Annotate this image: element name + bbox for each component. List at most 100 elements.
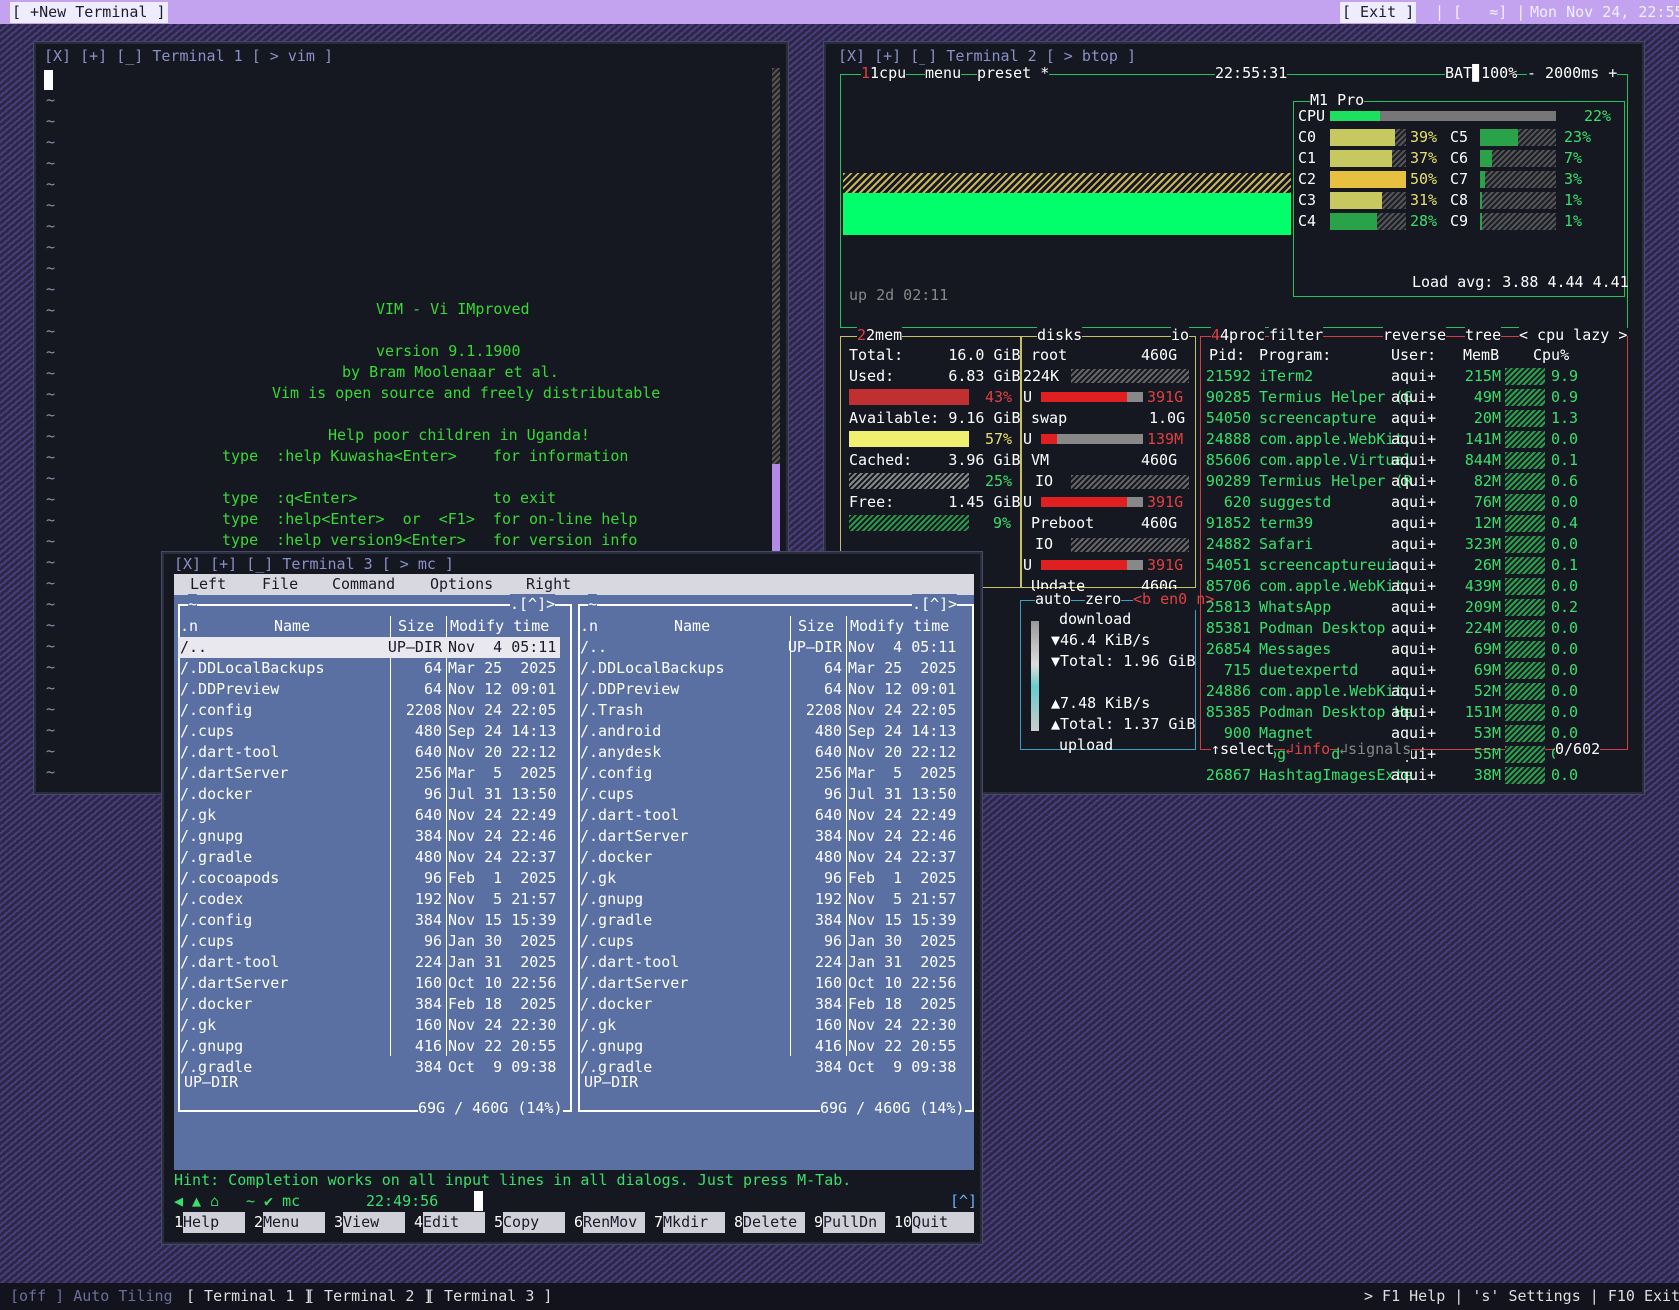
terminal-3-title[interactable]: [X] [+] [_] Terminal 3 [ > mc ] — [174, 554, 454, 575]
mc-file-row[interactable]: /.dartServer 160 Oct 10 22:56 — [578, 973, 960, 994]
proc-header-user[interactable]: User: — [1391, 345, 1436, 366]
proc-filter[interactable]: filter — [1269, 325, 1324, 346]
tab-terminal-3[interactable]: [ Terminal 3 ] — [426, 1286, 552, 1307]
mc-file-row[interactable]: /.gnupg 192 Nov 5 21:57 — [578, 889, 960, 910]
mc-file-row[interactable]: /.. UP—DIR Nov 4 05:11 — [578, 637, 960, 658]
mc-file-row[interactable]: /.dart-tool 640 Nov 24 22:49 — [578, 805, 960, 826]
preset-tab[interactable]: preset * — [977, 63, 1050, 84]
mc-file-row[interactable]: /.gk 96 Feb 1 2025 — [578, 868, 960, 889]
mc-fkey-edit[interactable]: 4Edit — [414, 1212, 486, 1233]
net-zero-toggle[interactable]: zero — [1085, 589, 1122, 610]
mc-header-size[interactable]: Size — [398, 616, 434, 637]
mc-header-n[interactable]: .n — [180, 616, 198, 637]
proc-row[interactable]: 26854 Messages aqui+ 69M 0.0 — [1201, 639, 1621, 660]
proc-reverse[interactable]: reverse — [1383, 325, 1447, 346]
mc-menu-options[interactable]: Options — [430, 574, 493, 595]
proc-row[interactable]: 91852 term39 aqui+ 12M 0.4 — [1201, 513, 1621, 534]
new-terminal-button[interactable]: [ +New Terminal ] — [10, 2, 168, 23]
mc-file-row[interactable]: /.docker 480 Nov 24 22:37 — [578, 847, 960, 868]
mc-file-row[interactable]: /.docker 384 Feb 18 2025 — [178, 994, 560, 1015]
tab-terminal-2[interactable]: [ Terminal 2 ] — [306, 1286, 432, 1307]
mc-file-row[interactable]: /.dartServer 256 Mar 5 2025 — [178, 763, 560, 784]
proc-sort[interactable]: < cpu lazy > — [1519, 325, 1628, 346]
proc-row[interactable]: 85381 Podman Desktop aqui+ 224M 0.0 — [1201, 618, 1621, 639]
proc-header-pid[interactable]: Pid: — [1209, 345, 1245, 366]
mc-file-row[interactable]: /.codex 192 Nov 5 21:57 — [178, 889, 560, 910]
mc-file-row[interactable]: /.DDPreview 64 Nov 12 09:01 — [578, 679, 960, 700]
cpu-tab[interactable]: 1cpu — [870, 64, 906, 82]
mc-left-path[interactable]: ~ — [188, 594, 198, 615]
mc-header-name[interactable]: Name — [274, 616, 310, 637]
mc-file-row[interactable]: /.dart-tool 224 Jan 31 2025 — [578, 952, 960, 973]
mc-file-row[interactable]: /.cups 96 Jul 31 13:50 — [578, 784, 960, 805]
proc-row[interactable]: 24886 com.apple.WebKit. aqui+ 52M 0.0 — [1201, 681, 1621, 702]
io-toggle[interactable]: io — [1171, 325, 1190, 346]
mc-file-row[interactable]: /.. UP—DIR Nov 4 05:11 — [178, 637, 560, 658]
mc-right-path[interactable]: ~ — [588, 594, 598, 615]
mc-file-row[interactable]: /.dart-tool 640 Nov 20 22:12 — [178, 742, 560, 763]
mc-fkey-delete[interactable]: 8Delete — [734, 1212, 806, 1233]
mc-prompt-cursor[interactable] — [474, 1191, 483, 1211]
net-auto-toggle[interactable]: auto — [1035, 589, 1072, 610]
mc-header-mtime[interactable]: Modify time — [850, 616, 949, 637]
mc-file-row[interactable]: /.gk 640 Nov 24 22:49 — [178, 805, 560, 826]
proc-header-program[interactable]: Program: — [1259, 345, 1331, 366]
mc-file-row[interactable]: /.gk 160 Nov 24 22:30 — [578, 1015, 960, 1036]
mc-fkey-mkdir[interactable]: 7Mkdir — [654, 1212, 726, 1233]
mc-fkey-menu[interactable]: 2Menu — [254, 1212, 326, 1233]
mc-header-n[interactable]: .n — [580, 616, 598, 637]
mc-file-row[interactable]: /.DDLocalBackups 64 Mar 25 2025 — [178, 658, 560, 679]
proc-select-hint[interactable]: ↑select — [1211, 739, 1275, 760]
proc-tree[interactable]: tree — [1465, 325, 1502, 346]
proc-row[interactable]: 26867 HashtagImagesExte aqui+ 38M 0.0 — [1201, 765, 1621, 786]
mc-panel-toggle[interactable]: [^] — [950, 1191, 977, 1212]
proc-tab[interactable]: 4proc — [1220, 326, 1265, 344]
update-interval[interactable]: - 2000ms + — [1527, 63, 1618, 84]
terminal-3-window[interactable]: [X] [+] [_] Terminal 3 [ > mc ] Left Fil… — [162, 552, 982, 1244]
mc-file-row[interactable]: /.gradle 384 Nov 15 15:39 — [578, 910, 960, 931]
proc-row[interactable]: 24888 com.apple.WebKit. aqui+ 141M 0.0 — [1201, 429, 1621, 450]
mc-left-corner[interactable]: .[^]> — [510, 594, 556, 615]
proc-row[interactable]: 54051 screencaptureui aqui+ 26M 0.1 — [1201, 555, 1621, 576]
mc-file-row[interactable]: /.DDLocalBackups 64 Mar 25 2025 — [578, 658, 960, 679]
terminal-1-title[interactable]: [X] [+] [_] Terminal 1 [ > vim ] — [44, 46, 333, 67]
mc-file-row[interactable]: /.config 384 Nov 15 15:39 — [178, 910, 560, 931]
mc-fkey-view[interactable]: 3View — [334, 1212, 406, 1233]
mc-fkey-copy[interactable]: 5Copy — [494, 1212, 566, 1233]
proc-row[interactable]: 21592 iTerm2 aqui+ 215M 9.9 — [1201, 366, 1621, 387]
mc-fkey-help[interactable]: 1Help — [174, 1212, 246, 1233]
mc-file-row[interactable]: /.android 480 Sep 24 14:13 — [578, 721, 960, 742]
mc-file-row[interactable]: /.gnupg 416 Nov 22 20:55 — [578, 1036, 960, 1057]
proc-header-mem[interactable]: MemB — [1463, 345, 1499, 366]
disks-tab[interactable]: disks — [1037, 325, 1083, 346]
mc-header-name[interactable]: Name — [674, 616, 710, 637]
mc-file-row[interactable]: /.Trash 2208 Nov 24 22:05 — [578, 700, 960, 721]
proc-row[interactable]: 620 suggestd aqui+ 76M 0.0 — [1201, 492, 1621, 513]
mc-fkey-renmov[interactable]: 6RenMov — [574, 1212, 646, 1233]
mc-file-row[interactable]: /.anydesk 640 Nov 20 22:12 — [578, 742, 960, 763]
mc-file-row[interactable]: /.gk 160 Nov 24 22:30 — [178, 1015, 560, 1036]
mc-file-row[interactable]: /.gradle 480 Nov 24 22:37 — [178, 847, 560, 868]
mc-header-mtime[interactable]: Modify time — [450, 616, 549, 637]
proc-row[interactable]: 85706 com.apple.WebKit. aqui+ 439M 0.0 — [1201, 576, 1621, 597]
proc-signals-hint[interactable]: ↲signals — [1339, 739, 1412, 760]
mc-file-row[interactable]: /.cups 96 Jan 30 2025 — [178, 931, 560, 952]
proc-row[interactable]: 54050 screencapture aqui+ 20M 1.3 — [1201, 408, 1621, 429]
mc-file-row[interactable]: /.gnupg 384 Nov 24 22:46 — [178, 826, 560, 847]
auto-tiling-toggle[interactable]: [off ] Auto Tiling — [10, 1286, 173, 1307]
mc-file-row[interactable]: /.cocoapods 96 Feb 1 2025 — [178, 868, 560, 889]
mc-file-row[interactable]: /.cups 480 Sep 24 14:13 — [178, 721, 560, 742]
mc-file-row[interactable]: /.dartServer 384 Nov 24 22:46 — [578, 826, 960, 847]
mc-file-row[interactable]: /.docker 384 Feb 18 2025 — [578, 994, 960, 1015]
exit-button[interactable]: [ Exit ] — [1340, 2, 1417, 23]
mc-file-row[interactable]: /.dartServer 160 Oct 10 22:56 — [178, 973, 560, 994]
proc-row[interactable]: 25813 WhatsApp aqui+ 209M 0.2 — [1201, 597, 1621, 618]
mc-menu-command[interactable]: Command — [332, 574, 395, 595]
proc-row[interactable]: 24882 Safari aqui+ 323M 0.0 — [1201, 534, 1621, 555]
mem-tab[interactable]: 2mem — [866, 326, 902, 344]
mc-right-corner[interactable]: .[^]> — [912, 594, 958, 615]
vim-scrollbar-thumb[interactable] — [772, 464, 780, 558]
mc-menu-left[interactable]: Left — [190, 574, 226, 595]
proc-info-hint[interactable]: ↲info — [1285, 739, 1331, 760]
mc-file-row[interactable]: /.cups 96 Jan 30 2025 — [578, 931, 960, 952]
